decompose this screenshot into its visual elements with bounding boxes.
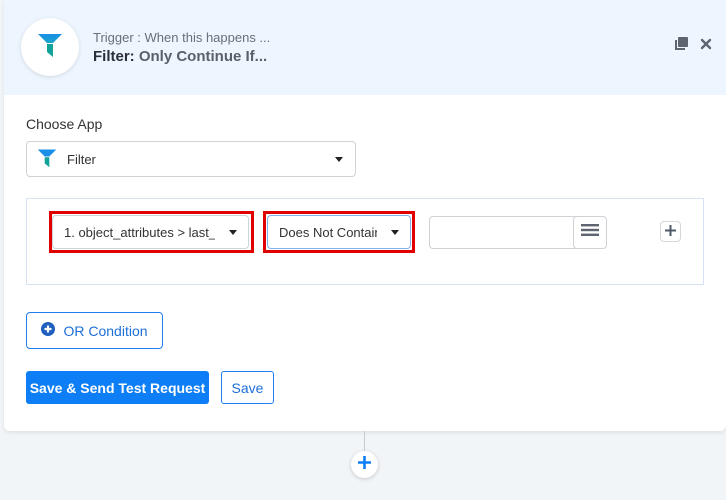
save-and-send-test-button[interactable]: Save & Send Test Request bbox=[26, 371, 209, 404]
insert-data-menu-button[interactable] bbox=[573, 216, 607, 249]
choose-app-select[interactable]: Filter bbox=[26, 141, 356, 177]
step-title: Filter: Only Continue If... bbox=[93, 48, 267, 65]
plus-icon bbox=[358, 455, 371, 474]
header-actions bbox=[674, 37, 712, 51]
chevron-down-icon bbox=[391, 230, 399, 235]
filter-step-card: Trigger : When this happens ... Filter: … bbox=[4, 0, 726, 431]
condition-value-input[interactable] bbox=[429, 216, 577, 249]
plus-circle-icon bbox=[41, 322, 56, 339]
chevron-down-icon bbox=[335, 157, 343, 162]
condition-group: 1. object_attributes > last_e Does Not C… bbox=[26, 198, 704, 285]
choose-app-label: Choose App bbox=[26, 116, 103, 132]
copy-icon[interactable] bbox=[674, 37, 688, 51]
add-and-condition-button[interactable] bbox=[660, 221, 681, 242]
trigger-subtitle: Trigger : When this happens ... bbox=[93, 30, 271, 45]
condition-field-select[interactable]: 1. object_attributes > last_e bbox=[52, 215, 249, 249]
step-title-app: Filter: bbox=[93, 48, 135, 65]
choose-app-value: Filter bbox=[67, 151, 96, 167]
condition-operator-select[interactable]: Does Not Contain bbox=[267, 215, 411, 249]
condition-operator-value: Does Not Contain bbox=[279, 224, 382, 240]
menu-icon bbox=[581, 223, 599, 242]
or-condition-button[interactable]: OR Condition bbox=[26, 312, 163, 349]
add-step-button[interactable] bbox=[351, 451, 378, 478]
save-button[interactable]: Save bbox=[221, 371, 274, 404]
close-icon[interactable] bbox=[700, 38, 712, 50]
app-icon-circle bbox=[21, 18, 79, 76]
or-condition-label: OR Condition bbox=[63, 322, 148, 339]
condition-field-value: 1. object_attributes > last_e bbox=[64, 224, 224, 240]
plus-icon bbox=[665, 223, 676, 241]
filter-funnel-icon bbox=[37, 32, 63, 63]
card-header: Trigger : When this happens ... Filter: … bbox=[4, 0, 726, 95]
chevron-down-icon bbox=[229, 230, 237, 235]
step-title-action: Only Continue If... bbox=[138, 48, 268, 65]
filter-funnel-icon bbox=[37, 148, 57, 171]
step-connector-line bbox=[364, 431, 365, 453]
